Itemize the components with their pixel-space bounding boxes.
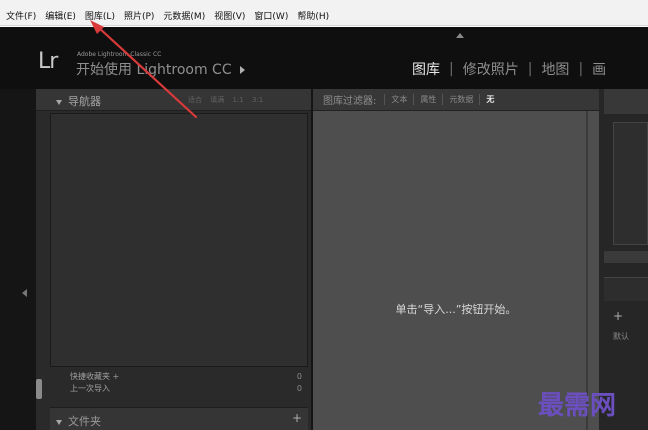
module-separator: | [449,61,454,77]
empty-grid-message: 单击“导入...”按钮开始。 [395,303,517,316]
library-filter-label: 图库过滤器: [323,96,377,107]
right-default-label: 默认 [613,332,629,341]
identity-plate: Lr Adobe Lightroom Classic CC 开始使用 Light… [0,27,648,89]
grid-view: 图库过滤器: 文本 属性 元数据 无 单击“导入...”按钮开始。 [313,89,599,430]
navigator-title: 导航器 [56,93,101,109]
catalog-item-count: 0 [296,372,302,381]
library-filter-bar: 图库过滤器: 文本 属性 元数据 无 [313,89,599,111]
catalog-item-quick-collection[interactable]: 快捷收藏夹 + 0 [50,371,308,383]
site-watermark: 最需网 [538,391,617,421]
navigator-preview[interactable] [50,113,308,367]
play-triangle-icon [239,66,245,74]
product-name-small: Adobe Lightroom Classic CC [77,51,162,58]
catalog-item-label: 上一次导入 [70,384,110,393]
menu-photo[interactable]: 照片(P) [124,8,154,26]
left-panel: 导航器 适合 填满 1:1 3:1 快捷收藏夹 + 0 上一次导入 0 文件夹 … [36,89,311,430]
add-folder-button[interactable]: + [292,411,302,425]
filter-tab-attribute[interactable]: 属性 [413,94,442,105]
module-separator: | [527,61,533,77]
catalog-list: 快捷收藏夹 + 0 上一次导入 0 [50,371,308,395]
module-library[interactable]: 图库 [412,59,440,79]
right-panel-toolbar[interactable] [604,251,648,263]
catalog-item-count: 0 [296,384,302,393]
menu-view[interactable]: 视图(V) [214,8,245,26]
module-separator: | [578,61,584,77]
lightroom-window: Lr Adobe Lightroom Classic CC 开始使用 Light… [0,27,648,430]
collapse-top-arrow-icon[interactable] [456,33,464,38]
zoom-3-1[interactable]: 3:1 [252,96,263,104]
menu-window[interactable]: 窗口(W) [254,8,288,26]
navigator-zoom-options: 适合 填满 1:1 3:1 [188,95,269,105]
zoom-fit[interactable]: 适合 [188,96,202,104]
folders-header[interactable]: 文件夹 + [50,407,308,430]
lr-logo: Lr [38,49,58,74]
module-develop[interactable]: 修改照片 [463,59,519,79]
filter-tab-none[interactable]: 无 [479,94,500,105]
zoom-1-1[interactable]: 1:1 [232,96,243,104]
collapse-left-arrow-icon[interactable] [22,289,27,297]
filter-tab-metadata[interactable]: 元数据 [442,94,479,105]
menu-metadata[interactable]: 元数据(M) [163,8,205,26]
right-panel-header[interactable] [604,89,648,114]
catalog-item-label: 快捷收藏夹 + [70,372,120,381]
getting-started-link[interactable]: 开始使用 Lightroom CC [76,59,245,79]
menu-file[interactable]: 文件(F) [6,8,36,26]
right-add-button[interactable]: + [613,309,623,323]
quick-develop-header[interactable] [604,277,648,301]
grid-scrollbar-track[interactable] [586,111,588,430]
filter-tab-text[interactable]: 文本 [384,94,413,105]
getting-started-label: 开始使用 Lightroom CC [76,62,232,78]
left-panel-scrollbar[interactable] [36,379,42,399]
module-picker: 图库 | 修改照片 | 地图 | 画 [412,59,606,79]
menu-help[interactable]: 帮助(H) [297,8,329,26]
catalog-item-previous-import[interactable]: 上一次导入 0 [50,383,308,395]
zoom-fill[interactable]: 填满 [210,96,224,104]
disclosure-triangle-icon [56,99,62,105]
right-panel: + 默认 [599,89,648,430]
menu-bar: 文件(F) 编辑(E) 图库(L) 照片(P) 元数据(M) 视图(V) 窗口(… [0,8,648,26]
module-map[interactable]: 地图 [541,59,569,79]
module-book[interactable]: 画 [592,59,606,79]
disclosure-triangle-icon [56,419,62,425]
histogram-preview [613,122,648,245]
menu-edit[interactable]: 编辑(E) [45,8,76,26]
menu-library[interactable]: 图库(L) [85,8,115,26]
folders-title: 文件夹 [56,413,101,429]
navigator-header[interactable]: 导航器 适合 填满 1:1 3:1 [36,89,311,111]
